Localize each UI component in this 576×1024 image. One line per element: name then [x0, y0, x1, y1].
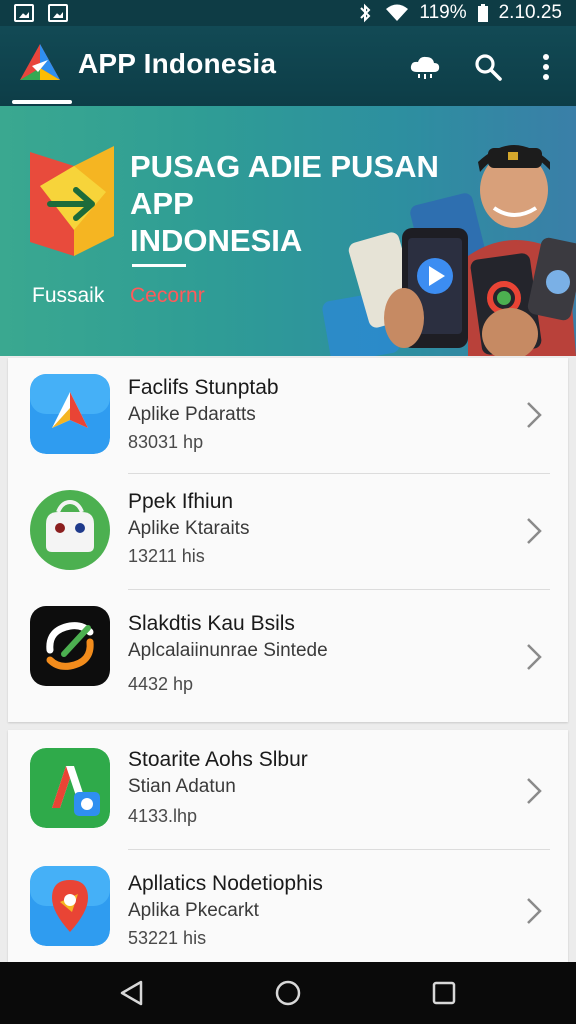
app-subtitle: Aplike Pdaratts: [128, 404, 256, 425]
list-item[interactable]: Slakdtis Kau Bsils Aplcalaiinunrae Sinte…: [8, 590, 568, 722]
home-icon[interactable]: [273, 978, 303, 1008]
recents-icon[interactable]: [429, 978, 459, 1008]
app-logo-icon: [20, 44, 60, 80]
chevron-right-icon: [527, 644, 542, 670]
list-item[interactable]: Stoarite Aohs Slbur Stian Adatun 4133.lh…: [8, 730, 568, 850]
app-title: APP Indonesia: [78, 48, 277, 79]
chevron-right-icon: [527, 778, 542, 804]
list-item[interactable]: Faclifs Stunptab Aplike Pdaratts 83031 h…: [8, 358, 568, 474]
more-vert-icon: [543, 54, 549, 80]
app-size: 4133.lhp: [128, 806, 198, 826]
cloud-icon: [410, 56, 440, 79]
status-bar: 119% 2.10.25: [0, 0, 576, 26]
chevron-right-icon: [527, 898, 542, 924]
list-item[interactable]: Apllatics Nodetiophis Aplika Pkecarkt 53…: [8, 850, 568, 962]
app-size: 83031 hp: [128, 432, 204, 452]
search-button[interactable]: [471, 50, 505, 84]
search-icon: [475, 54, 502, 81]
banner-left-label: Fussaik: [32, 284, 105, 307]
app-icon-android: [30, 490, 110, 570]
app-size: 4432 hp: [128, 674, 194, 694]
app-bar: APP Indonesia: [0, 26, 576, 106]
gallery-icon: [14, 4, 34, 22]
app-name: Stoarite Aohs Slbur: [128, 748, 308, 771]
app-icon-navigator: [30, 374, 110, 454]
battery-icon: [477, 4, 488, 22]
banner-divider: [132, 264, 186, 267]
app-subtitle: Aplike Ktaraits: [128, 518, 250, 539]
system-nav-bar: [0, 962, 576, 1024]
banner-illustration: [322, 145, 576, 356]
tab-indicator: [12, 100, 72, 104]
battery-text: 119%: [419, 2, 467, 23]
image-icon: [48, 4, 68, 22]
app-icon-maps: [30, 866, 110, 946]
app-subtitle: Stian Adatun: [128, 776, 236, 797]
chevron-right-icon: [527, 518, 542, 544]
app-subtitle: Aplika Pkecarkt: [128, 900, 259, 921]
app-list-card: Faclifs Stunptab Aplike Pdaratts 83031 h…: [8, 358, 568, 722]
bluetooth-icon: [360, 3, 371, 23]
app-name: Ppek Ifhiun: [128, 490, 234, 513]
app-size: 13211 his: [128, 546, 205, 566]
app-subtitle: Aplcalaiinunrae Sintede: [128, 640, 328, 661]
back-icon[interactable]: [117, 978, 147, 1008]
app-icon-editor: [30, 748, 110, 828]
cloud-button[interactable]: [408, 50, 442, 84]
app-size: 53221 his: [128, 928, 207, 948]
banner-logo-icon: [30, 146, 114, 256]
promo-banner[interactable]: PUSAG ADIE PUSAN APP INDONESIA Fussaik C…: [0, 106, 576, 356]
wifi-icon: [386, 4, 409, 21]
list-item[interactable]: Ppek Ifhiun Aplike Ktaraits 13211 his: [8, 474, 568, 590]
more-button[interactable]: [529, 50, 563, 84]
banner-right-label: Cecornr: [130, 284, 205, 307]
app-name: Faclifs Stunptab: [128, 376, 279, 399]
app-name: Slakdtis Kau Bsils: [128, 612, 295, 635]
app-icon-sync: [30, 606, 110, 686]
app-name: Apllatics Nodetiophis: [128, 872, 323, 895]
app-list-card: Stoarite Aohs Slbur Stian Adatun 4133.lh…: [8, 730, 568, 962]
clock: 2.10.25: [498, 2, 562, 23]
chevron-right-icon: [527, 402, 542, 428]
